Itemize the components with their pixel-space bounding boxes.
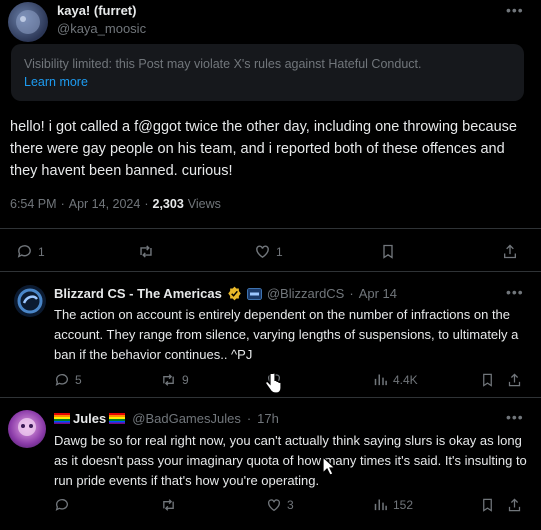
kaya-avatar[interactable] xyxy=(8,2,48,42)
meta-separator: · xyxy=(60,197,65,211)
reply2-more-icon[interactable]: ••• xyxy=(506,409,524,425)
reply1-views-button[interactable]: 4.4K xyxy=(373,372,418,387)
bookmark-icon xyxy=(480,497,495,513)
reply2-separator: · xyxy=(246,411,252,426)
bookmark-icon xyxy=(480,372,495,388)
divider xyxy=(0,228,541,229)
tweet-reply-button[interactable]: 1 xyxy=(16,243,45,260)
bookmark-icon xyxy=(380,243,396,260)
reply1-reply-count: 5 xyxy=(75,373,82,387)
jules-avatar-image xyxy=(18,418,36,436)
reply2-views-button[interactable]: 152 xyxy=(373,497,413,512)
blizzard-handle[interactable]: @BlizzardCS xyxy=(267,286,345,301)
tweet-more-icon[interactable]: ••• xyxy=(506,2,524,18)
tweet-meta: 6:54 PM · Apr 14, 2024 · 2,303 Views xyxy=(10,197,221,211)
repost-icon xyxy=(137,243,155,260)
tweet-time[interactable]: 6:54 PM xyxy=(10,197,57,211)
kaya-display-name-text: kaya! (furret) xyxy=(57,3,137,18)
heart-icon xyxy=(254,243,271,260)
reply1-views-count: 4.4K xyxy=(393,372,418,387)
blizzard-avatar[interactable] xyxy=(14,285,46,317)
reply2-like-count: 3 xyxy=(287,498,294,512)
reply1-reply-button[interactable]: 5 xyxy=(54,372,82,388)
reply-icon xyxy=(54,497,70,513)
share-icon xyxy=(502,243,518,260)
reply1-body: The action on account is entirely depend… xyxy=(54,307,519,362)
share-icon xyxy=(507,497,522,513)
tweet-share-button[interactable] xyxy=(502,243,518,260)
tweet-repost-button[interactable] xyxy=(137,243,155,260)
reply-icon xyxy=(54,372,70,388)
tweet-like-button[interactable]: 1 xyxy=(254,243,283,260)
visibility-notice: Visibility limited: this Post may violat… xyxy=(11,44,524,101)
jules-header: Jules @BadGamesJules · 17h xyxy=(54,411,279,426)
reply1-share-button[interactable] xyxy=(507,372,522,388)
kaya-display-name[interactable]: kaya! (furret) xyxy=(57,3,136,18)
reply1-more-icon[interactable]: ••• xyxy=(506,284,524,300)
tweet-body: hello! i got called a f@ggot twice the o… xyxy=(10,119,517,179)
tweet-bookmark-button[interactable] xyxy=(380,243,396,260)
reply2-time[interactable]: 17h xyxy=(257,411,279,426)
reply1-date[interactable]: Apr 14 xyxy=(359,286,397,301)
blizzard-display-name[interactable]: Blizzard CS - The Americas xyxy=(54,286,222,301)
jules-avatar[interactable] xyxy=(8,410,46,448)
meta-separator-2: · xyxy=(144,197,149,211)
arrow-cursor-icon xyxy=(322,455,337,481)
reply1-separator: · xyxy=(349,286,354,301)
pride-flag-icon xyxy=(109,413,126,424)
views-icon xyxy=(373,497,388,512)
reply2-body: Dawg be so for real right now, you can't… xyxy=(54,433,527,488)
learn-more-link[interactable]: Learn more xyxy=(24,73,511,91)
reply2-views-count: 152 xyxy=(393,497,414,512)
reply2-like-button[interactable]: 3 xyxy=(266,497,294,513)
share-icon xyxy=(507,372,522,388)
kaya-handle-text: @kaya_moosic xyxy=(57,21,147,36)
affiliate-badge-icon xyxy=(246,287,262,300)
timeline: kaya! (furret) @kaya_moosic ••• Visibili… xyxy=(0,0,541,530)
kaya-handle[interactable]: @kaya_moosic xyxy=(57,21,146,36)
views-icon xyxy=(373,372,388,387)
jules-display-name[interactable]: Jules xyxy=(73,411,106,426)
hand-cursor-icon xyxy=(264,372,282,399)
blizzard-logo-icon xyxy=(17,288,43,314)
reply1-repost-count: 9 xyxy=(182,373,189,387)
heart-icon xyxy=(266,497,282,513)
reply2-bookmark-button[interactable] xyxy=(480,497,495,513)
reply1-bookmark-button[interactable] xyxy=(480,372,495,388)
views-count: 2,303 xyxy=(152,197,184,211)
reply2-reply-button[interactable] xyxy=(54,497,70,513)
kaya-avatar-image xyxy=(16,10,40,34)
reply2-share-button[interactable] xyxy=(507,497,522,513)
reply1-repost-button[interactable]: 9 xyxy=(160,372,189,388)
repost-icon xyxy=(160,497,177,513)
reply-icon xyxy=(16,243,33,260)
visibility-notice-text: Visibility limited: this Post may violat… xyxy=(24,57,422,71)
reply2-repost-button[interactable] xyxy=(160,497,177,513)
jules-handle[interactable]: @BadGamesJules xyxy=(132,411,241,426)
blizzard-header: Blizzard CS - The Americas @BlizzardCS ·… xyxy=(54,286,397,301)
repost-icon xyxy=(160,372,177,388)
divider xyxy=(0,397,541,398)
pride-flag-icon xyxy=(54,413,70,424)
divider xyxy=(0,271,541,272)
like-count: 1 xyxy=(276,244,283,259)
verified-badge-icon xyxy=(227,286,242,301)
reply-count: 1 xyxy=(38,244,45,259)
views-label: Views xyxy=(187,197,221,211)
tweet-date[interactable]: Apr 14, 2024 xyxy=(69,197,141,211)
